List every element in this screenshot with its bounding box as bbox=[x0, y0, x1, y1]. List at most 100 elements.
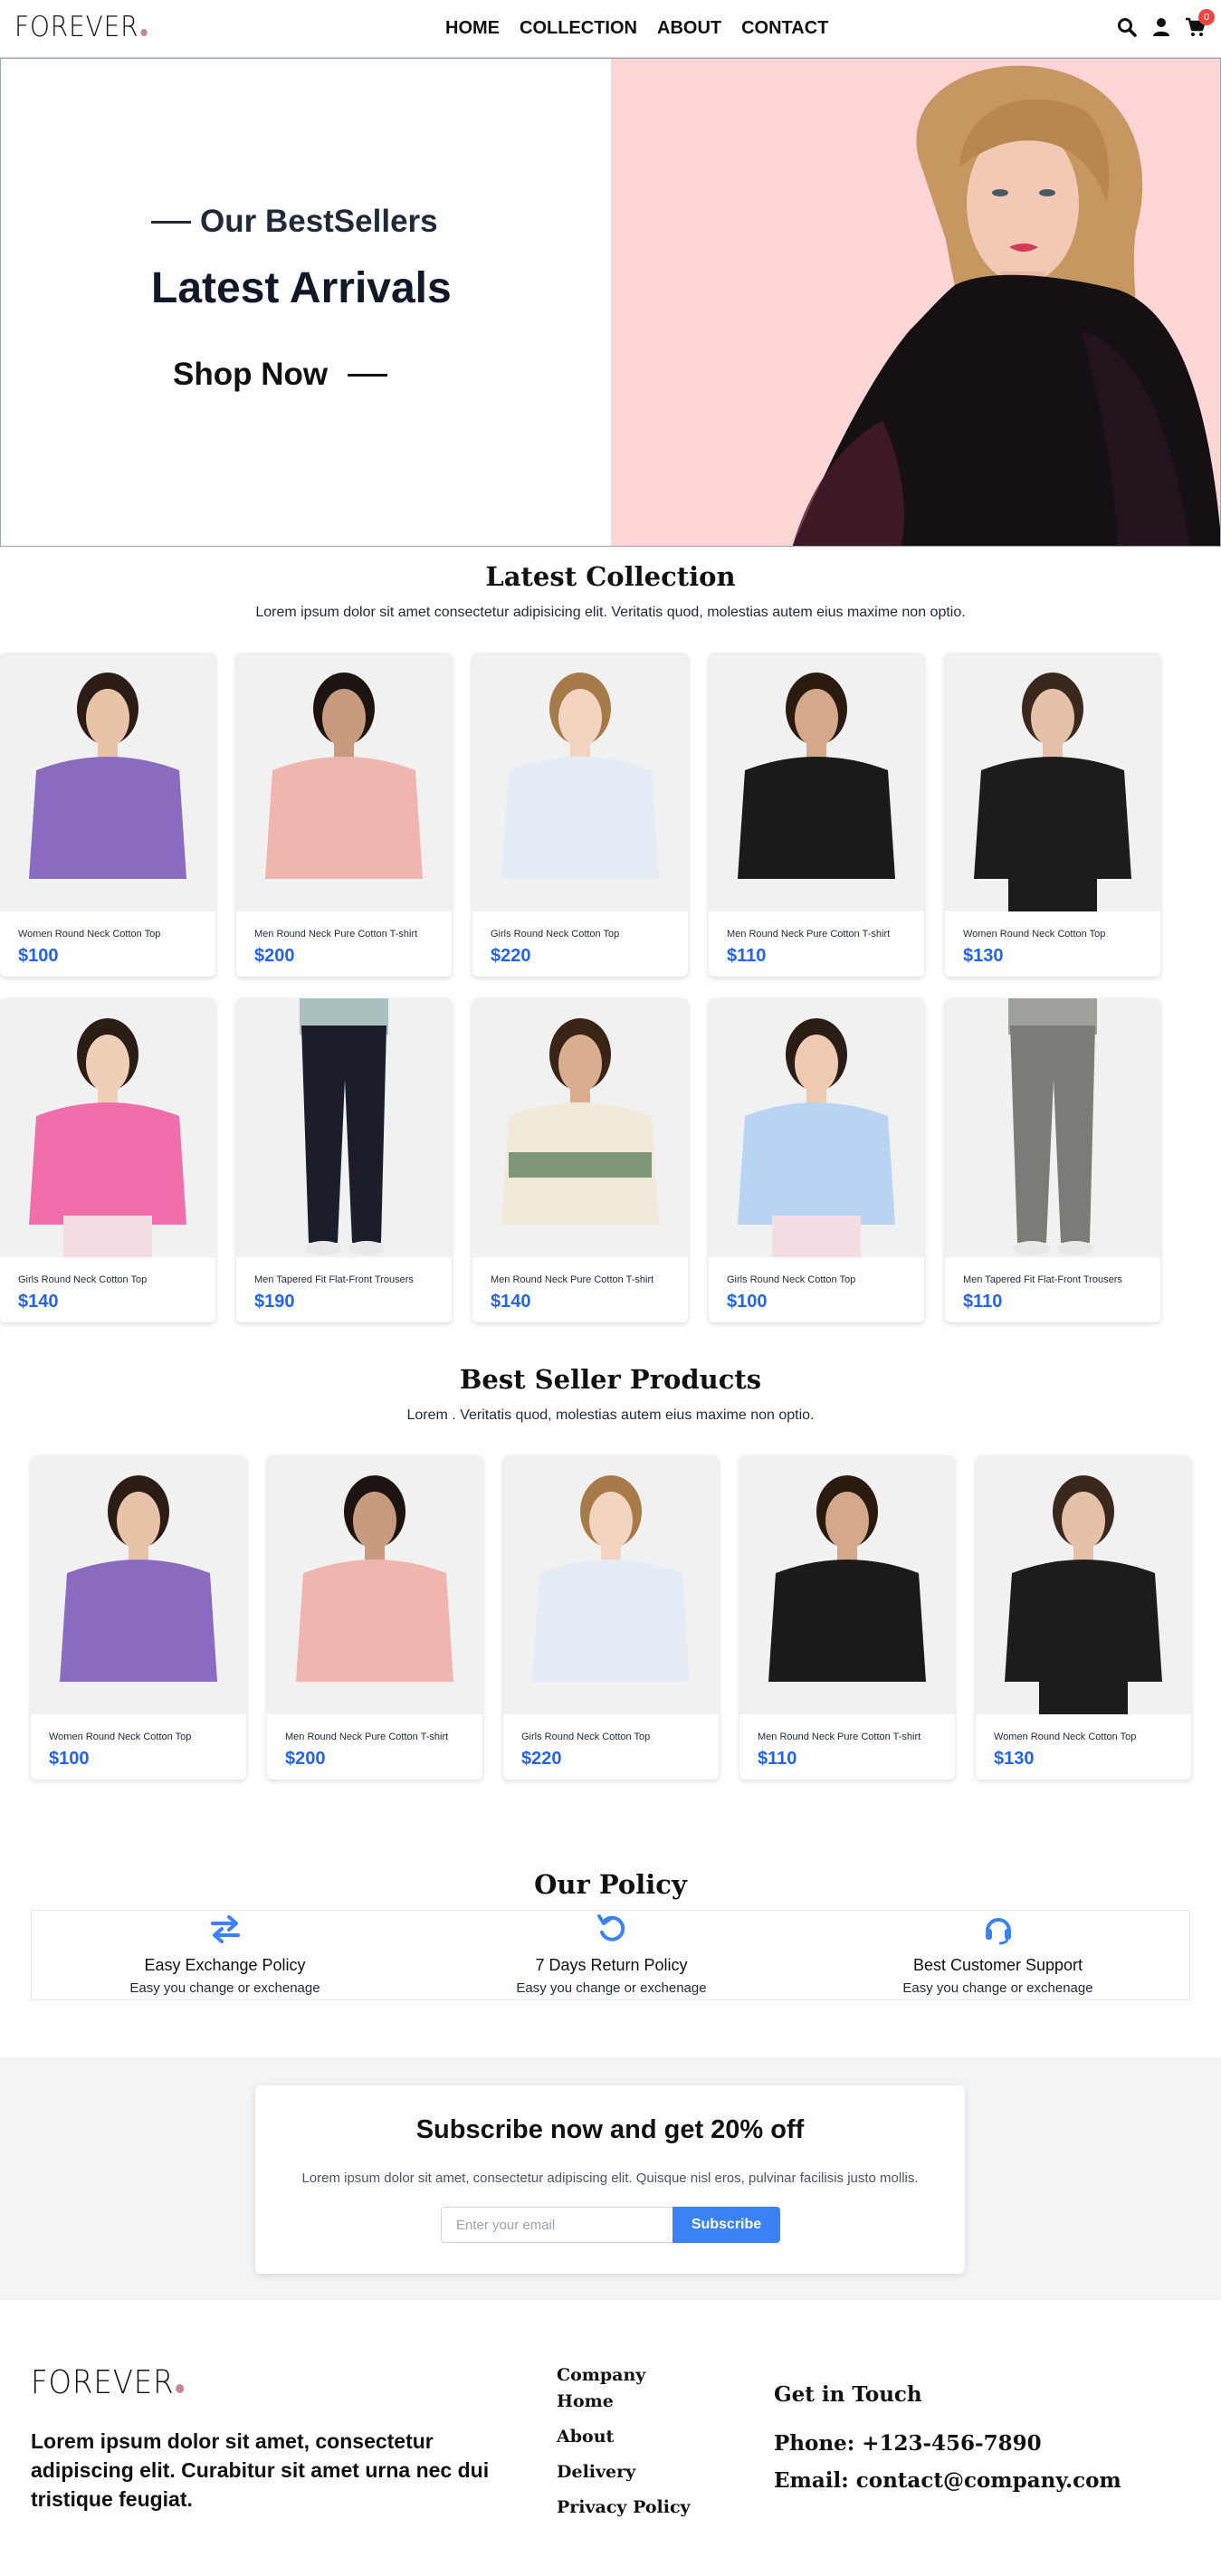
product-image-wrapper[interactable] bbox=[472, 998, 688, 1257]
cart-icon[interactable]: 0 bbox=[1185, 9, 1215, 38]
footer-links: Company Home About Delivery Privacy Poli… bbox=[557, 2362, 738, 2521]
product-card[interactable]: Women Round Neck Cotton Top $100 bbox=[31, 1455, 246, 1779]
product-name: Girls Round Neck Cotton Top bbox=[521, 1732, 651, 1742]
footer-link-delivery[interactable]: Delivery bbox=[557, 2459, 738, 2485]
product-image-wrapper[interactable] bbox=[0, 998, 215, 1257]
product-price: $190 bbox=[254, 1292, 295, 1312]
product-price: $140 bbox=[18, 1292, 59, 1312]
policy-title: Our Policy bbox=[534, 1869, 687, 1900]
product-price: $110 bbox=[758, 1749, 797, 1769]
product-price: $220 bbox=[521, 1749, 562, 1769]
exchange-icon bbox=[209, 1913, 242, 1945]
product-image-wrapper[interactable] bbox=[267, 1455, 482, 1714]
product-image bbox=[472, 653, 688, 911]
best-seller-subtitle: Lorem . Veritatis quod, molestias autem … bbox=[406, 1407, 815, 1423]
product-card[interactable]: Women Round Neck Cotton Top $130 bbox=[945, 653, 1160, 977]
product-card[interactable]: Men Tapered Fit Flat-Front Trousers $190 bbox=[236, 998, 452, 1322]
hero-model-illustration bbox=[792, 65, 1220, 546]
product-image-wrapper[interactable] bbox=[472, 653, 688, 911]
product-card[interactable]: Men Tapered Fit Flat-Front Trousers $110 bbox=[945, 998, 1160, 1322]
hero-text-panel: Our BestSellers Latest Arrivals Shop Now bbox=[1, 59, 611, 546]
footer-link-company[interactable]: Company bbox=[557, 2362, 738, 2389]
brand-logo[interactable]: FOREVER bbox=[14, 11, 148, 43]
product-image-wrapper[interactable] bbox=[0, 653, 215, 911]
product-card[interactable]: Girls Round Neck Cotton Top $220 bbox=[472, 653, 688, 977]
product-name: Men Round Neck Pure Cotton T-shirt bbox=[491, 1274, 654, 1285]
nav-icons: 0 bbox=[1116, 9, 1215, 38]
product-image bbox=[739, 1455, 955, 1714]
product-image-wrapper[interactable] bbox=[976, 1455, 1191, 1714]
product-image bbox=[472, 998, 688, 1257]
footer-logo[interactable]: FOREVER bbox=[31, 2364, 185, 2401]
product-name: Men Round Neck Pure Cotton T-shirt bbox=[727, 929, 891, 940]
logo-text: FOREVER bbox=[14, 11, 139, 43]
shop-now-button[interactable]: Shop Now bbox=[173, 357, 388, 393]
product-image-wrapper[interactable] bbox=[945, 653, 1160, 911]
footer-link-home[interactable]: Home bbox=[557, 2389, 738, 2415]
product-card[interactable]: Men Round Neck Pure Cotton T-shirt $140 bbox=[472, 998, 688, 1322]
best-seller-title: Best Seller Products bbox=[459, 1364, 762, 1395]
hero-image bbox=[611, 59, 1220, 546]
product-image-wrapper[interactable] bbox=[236, 998, 452, 1257]
nav-collection[interactable]: COLLECTION bbox=[520, 18, 637, 39]
product-price: $100 bbox=[49, 1749, 90, 1769]
hero-subtitle: Our BestSellers bbox=[151, 204, 438, 240]
nav-home[interactable]: HOME bbox=[445, 18, 500, 39]
footer-link-about[interactable]: About bbox=[557, 2424, 738, 2450]
product-card[interactable]: Men Round Neck Pure Cotton T-shirt $110 bbox=[709, 653, 924, 977]
policy-item-title: 7 Days Return Policy bbox=[535, 1956, 688, 1974]
product-image bbox=[236, 653, 452, 911]
search-icon[interactable] bbox=[1116, 16, 1138, 38]
product-price: $140 bbox=[491, 1292, 531, 1312]
hero-dash bbox=[151, 220, 191, 224]
nav-about[interactable]: ABOUT bbox=[657, 18, 721, 39]
policy-item-desc: Easy you change or exchenage bbox=[516, 1980, 707, 1996]
product-image bbox=[503, 1455, 719, 1714]
policy-item-exchange: Easy Exchange Policy Easy you change or … bbox=[32, 1911, 418, 2001]
product-image bbox=[267, 1455, 482, 1714]
product-name: Men Round Neck Pure Cotton T-shirt bbox=[254, 929, 418, 940]
product-price: $130 bbox=[994, 1749, 1035, 1769]
policy-box: Easy Exchange Policy Easy you change or … bbox=[31, 1910, 1190, 2000]
contact-phone: Phone: +123-456-7890 bbox=[774, 2431, 1042, 2456]
product-card[interactable]: Girls Round Neck Cotton Top $140 bbox=[0, 998, 215, 1322]
product-card[interactable]: Girls Round Neck Cotton Top $220 bbox=[503, 1455, 719, 1779]
policy-item-support: Best Customer Support Easy you change or… bbox=[805, 1911, 1191, 2001]
product-card[interactable]: Men Round Neck Pure Cotton T-shirt $200 bbox=[267, 1455, 482, 1779]
nav-contact[interactable]: CONTACT bbox=[741, 18, 828, 39]
product-name: Women Round Neck Cotton Top bbox=[963, 929, 1106, 940]
footer-link-privacy[interactable]: Privacy Policy bbox=[557, 2495, 738, 2521]
product-price: $200 bbox=[254, 946, 295, 966]
subscribe-description: Lorem ipsum dolor sit amet, consectetur … bbox=[301, 2171, 919, 2186]
email-input[interactable] bbox=[441, 2207, 676, 2243]
product-name: Women Round Neck Cotton Top bbox=[18, 929, 161, 940]
product-image bbox=[945, 653, 1160, 911]
policy-item-title: Easy Exchange Policy bbox=[144, 1956, 306, 1974]
user-icon[interactable] bbox=[1150, 16, 1172, 38]
product-image-wrapper[interactable] bbox=[236, 653, 452, 911]
product-card[interactable]: Women Round Neck Cotton Top $130 bbox=[976, 1455, 1191, 1779]
product-name: Men Tapered Fit Flat-Front Trousers bbox=[963, 1274, 1122, 1285]
product-card[interactable]: Men Round Neck Pure Cotton T-shirt $110 bbox=[739, 1455, 955, 1779]
navbar: FOREVER HOME COLLECTION ABOUT CONTACT 0 bbox=[0, 0, 1221, 58]
product-image-wrapper[interactable] bbox=[503, 1455, 719, 1714]
subscribe-title: Subscribe now and get 20% off bbox=[415, 2115, 805, 2144]
product-image-wrapper[interactable] bbox=[709, 998, 924, 1257]
latest-collection-subtitle: Lorem ipsum dolor sit amet consectetur a… bbox=[255, 605, 966, 620]
shop-now-label: Shop Now bbox=[173, 357, 329, 392]
product-image bbox=[31, 1455, 246, 1714]
product-image-wrapper[interactable] bbox=[31, 1455, 246, 1714]
product-image-wrapper[interactable] bbox=[945, 998, 1160, 1257]
product-image-wrapper[interactable] bbox=[709, 653, 924, 911]
return-icon bbox=[596, 1913, 628, 1945]
product-card[interactable]: Women Round Neck Cotton Top $100 bbox=[0, 653, 215, 977]
product-name: Men Tapered Fit Flat-Front Trousers bbox=[254, 1274, 414, 1285]
product-image-wrapper[interactable] bbox=[739, 1455, 955, 1714]
product-image bbox=[236, 998, 452, 1257]
product-price: $130 bbox=[963, 946, 1004, 966]
product-card[interactable]: Girls Round Neck Cotton Top $100 bbox=[709, 998, 924, 1322]
product-image bbox=[945, 998, 1160, 1257]
hero-title: Latest Arrivals bbox=[151, 264, 452, 312]
product-card[interactable]: Men Round Neck Pure Cotton T-shirt $200 bbox=[236, 653, 452, 977]
subscribe-button[interactable]: Subscribe bbox=[673, 2207, 780, 2243]
